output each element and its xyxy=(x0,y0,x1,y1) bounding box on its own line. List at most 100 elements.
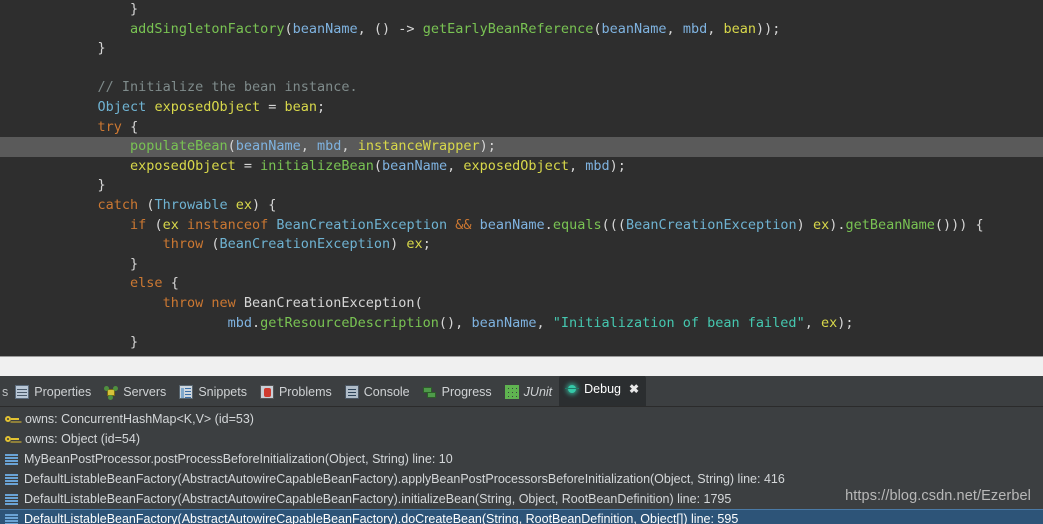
tab-progress[interactable]: Progress xyxy=(417,379,499,405)
stack-frame-row[interactable]: DefaultListableBeanFactory(AbstractAutow… xyxy=(0,489,1043,509)
tab-servers[interactable]: Servers xyxy=(98,379,173,405)
code-token: ); xyxy=(837,314,854,331)
code-line[interactable]: } xyxy=(0,333,1043,353)
code-token: . xyxy=(544,216,553,233)
code-token: ( xyxy=(138,196,155,213)
tab-label: Console xyxy=(363,384,410,399)
stack-frame-row[interactable]: MyBeanPostProcessor.postProcessBeforeIni… xyxy=(0,449,1043,469)
code-token: exposedObject xyxy=(130,157,236,174)
code-line[interactable]: exposedObject = initializeBean(beanName,… xyxy=(0,157,1043,177)
code-token: ( xyxy=(373,157,383,174)
code-token: } xyxy=(97,177,106,194)
code-token: getEarlyBeanReference xyxy=(422,20,594,37)
code-line[interactable]: populateBean(beanName, mbd, instanceWrap… xyxy=(0,137,1043,157)
code-token: exposedObject xyxy=(154,98,261,115)
code-line[interactable]: } xyxy=(0,39,1043,59)
code-token: Object xyxy=(97,98,147,115)
code-token: "Initialization of bean failed" xyxy=(552,314,805,331)
debug-stack-list[interactable]: owns: ConcurrentHashMap<K,V> (id=53) owns… xyxy=(0,407,1043,524)
code-line[interactable]: } xyxy=(0,0,1043,20)
code-token: instanceof xyxy=(186,216,269,233)
code-token: equals xyxy=(552,216,602,233)
close-icon[interactable]: ✖ xyxy=(629,383,639,395)
code-token: beanName xyxy=(382,157,448,174)
code-token: ( xyxy=(203,236,220,253)
code-line[interactable]: mbd.getResourceDescription(), beanName, … xyxy=(0,314,1043,334)
code-token: } xyxy=(130,1,139,17)
code-token: ) { xyxy=(252,196,277,213)
code-token: ex xyxy=(162,216,179,233)
code-token: ( xyxy=(414,294,423,311)
editor-panel-sash[interactable] xyxy=(0,356,1043,376)
code-token: . xyxy=(251,314,261,331)
code-token: , xyxy=(447,157,464,174)
code-editor[interactable]: } addSingletonFactory(beanName, () -> ge… xyxy=(0,0,1043,356)
code-line[interactable]: catch (Throwable ex) { xyxy=(0,196,1043,216)
code-line[interactable]: else { xyxy=(0,274,1043,294)
code-token: ; xyxy=(317,98,326,115)
bottom-panel: s Properties Servers Snippets Problems Conso… xyxy=(0,376,1043,524)
code-line[interactable]: throw new BeanCreationException( xyxy=(0,294,1043,314)
code-token: { xyxy=(121,118,139,135)
code-token: BeanCreationException xyxy=(243,294,415,311)
code-token: , xyxy=(341,138,358,155)
code-token: ); xyxy=(609,157,626,174)
tab-properties[interactable]: Properties xyxy=(9,379,98,405)
code-token: ex xyxy=(820,314,838,331)
tab-snippets[interactable]: Snippets xyxy=(173,379,254,405)
stack-frame-row[interactable]: DefaultListableBeanFactory(AbstractAutow… xyxy=(0,509,1043,524)
code-token: Throwable xyxy=(154,196,228,213)
stack-frame-row[interactable]: owns: ConcurrentHashMap<K,V> (id=53) xyxy=(0,409,1043,429)
stack-frame-row[interactable]: owns: Object (id=54) xyxy=(0,429,1043,449)
code-token: else xyxy=(130,275,163,292)
code-token: } xyxy=(97,40,106,57)
frame-icon xyxy=(5,473,18,486)
tab-debug[interactable]: Debug ✖ xyxy=(559,376,647,406)
frame-icon xyxy=(5,493,18,506)
code-token: , xyxy=(707,20,724,37)
code-token: , () -> xyxy=(357,20,423,37)
tab-overflow-left[interactable]: s xyxy=(0,385,9,406)
stack-frame-row[interactable]: DefaultListableBeanFactory(AbstractAutow… xyxy=(0,469,1043,489)
code-line[interactable]: addSingletonFactory(beanName, () -> getE… xyxy=(0,20,1043,40)
code-line[interactable]: Object exposedObject = bean; xyxy=(0,98,1043,118)
code-text[interactable]: } addSingletonFactory(beanName, () -> ge… xyxy=(0,0,1043,356)
code-token: (), xyxy=(438,314,472,331)
tab-console[interactable]: Console xyxy=(339,379,417,405)
code-token: try xyxy=(97,118,122,135)
panel-tab-bar[interactable]: s Properties Servers Snippets Problems Conso… xyxy=(0,376,1043,407)
junit-icon xyxy=(504,385,519,399)
code-line[interactable]: try { xyxy=(0,118,1043,138)
code-token: mbd xyxy=(682,20,708,37)
code-token: { xyxy=(162,275,179,292)
code-line[interactable] xyxy=(0,59,1043,79)
code-token: ); xyxy=(479,138,496,155)
code-token: getBeanName xyxy=(845,216,935,233)
snippets-icon xyxy=(179,385,194,399)
tab-junit[interactable]: JUnit xyxy=(499,379,559,405)
code-line[interactable]: throw (BeanCreationException) ex; xyxy=(0,235,1043,255)
code-token: ; xyxy=(422,236,431,253)
code-line[interactable]: // Initialize the bean instance. xyxy=(0,78,1043,98)
code-line[interactable]: if (ex instanceof BeanCreationException … xyxy=(0,216,1043,236)
code-token: , xyxy=(666,20,683,37)
stack-frame-label: MyBeanPostProcessor.postProcessBeforeIni… xyxy=(24,452,453,466)
code-token: ( xyxy=(146,216,163,233)
code-token: ex xyxy=(406,236,423,253)
code-token: beanName xyxy=(235,138,301,155)
tab-problems[interactable]: Problems xyxy=(254,379,339,405)
code-token: initializeBean xyxy=(260,157,374,174)
tab-label: Properties xyxy=(34,384,92,399)
code-token: , xyxy=(300,138,318,155)
code-token: catch xyxy=(97,196,139,213)
code-line[interactable]: } xyxy=(0,176,1043,196)
code-line[interactable]: } xyxy=(0,255,1043,275)
